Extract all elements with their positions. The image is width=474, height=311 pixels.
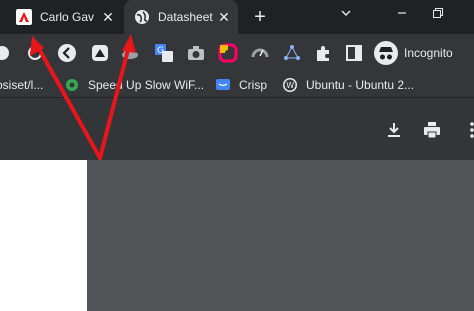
gauge-icon[interactable] <box>250 43 270 63</box>
pdf-toolbar <box>0 98 474 160</box>
left-arrow-icon[interactable] <box>57 43 77 63</box>
close-icon[interactable]: ✕ <box>100 9 116 25</box>
more-vertical-icon[interactable] <box>462 120 474 140</box>
circle-icon[interactable] <box>25 43 45 63</box>
puzzle-icon[interactable] <box>313 43 333 63</box>
chat-icon <box>216 79 230 90</box>
incognito-indicator[interactable]: Incognito <box>374 41 453 65</box>
print-icon[interactable] <box>422 120 442 140</box>
sidebar-icon[interactable] <box>344 43 364 63</box>
camera-icon[interactable] <box>186 43 206 63</box>
bookmark-osiset[interactable]: osiset/l... <box>0 76 43 94</box>
tab-datasheet[interactable]: Datasheet ✕ <box>124 0 238 34</box>
bookmark-crisp[interactable]: Crisp <box>215 76 267 94</box>
minimize-button[interactable] <box>392 7 412 23</box>
tab-title: Carlo Gav <box>40 10 95 24</box>
tab-strip: Carlo Gav ✕ Datasheet ✕ + <box>0 0 474 34</box>
bookmark-ubuntu[interactable]: W Ubuntu - Ubuntu 2... <box>282 76 414 94</box>
incognito-label: Incognito <box>404 46 453 60</box>
bookmark-label: Ubuntu - Ubuntu 2... <box>306 78 415 92</box>
wordpress-icon: W <box>283 78 297 92</box>
chevron-down-icon[interactable] <box>336 7 356 23</box>
partial-button-icon[interactable] <box>0 43 12 63</box>
network-icon[interactable] <box>282 43 302 63</box>
globe-icon <box>135 10 149 24</box>
browser-toolbar: G Incognito <box>0 34 474 72</box>
restore-icon[interactable] <box>428 7 448 23</box>
new-tab-button[interactable]: + <box>250 7 270 27</box>
download-icon[interactable] <box>384 120 404 140</box>
extension-icon[interactable] <box>90 43 110 63</box>
tab-carlo[interactable]: Carlo Gav ✕ <box>10 0 122 34</box>
svg-text:G: G <box>157 46 164 56</box>
close-icon[interactable]: ✕ <box>216 9 232 25</box>
tab-title: Datasheet <box>158 10 213 24</box>
cloud-icon[interactable] <box>120 43 140 63</box>
svg-text:W: W <box>286 81 294 90</box>
bookmark-speed-up-wifi[interactable]: Speed Up Slow WiF... <box>64 76 204 94</box>
translate-icon[interactable]: G <box>154 43 174 63</box>
pdf-page <box>0 160 87 311</box>
incognito-avatar-icon <box>374 41 398 65</box>
bookmarks-bar: osiset/l... Speed Up Slow WiF... Crisp W… <box>0 72 474 98</box>
gear-icon <box>66 79 78 91</box>
bookmark-label: Crisp <box>239 78 268 92</box>
bookmark-label: osiset/l... <box>0 78 44 92</box>
carlo-logo-icon <box>16 9 32 25</box>
colorful-circle-icon[interactable] <box>218 43 238 63</box>
bookmark-label: Speed Up Slow WiF... <box>88 78 205 92</box>
